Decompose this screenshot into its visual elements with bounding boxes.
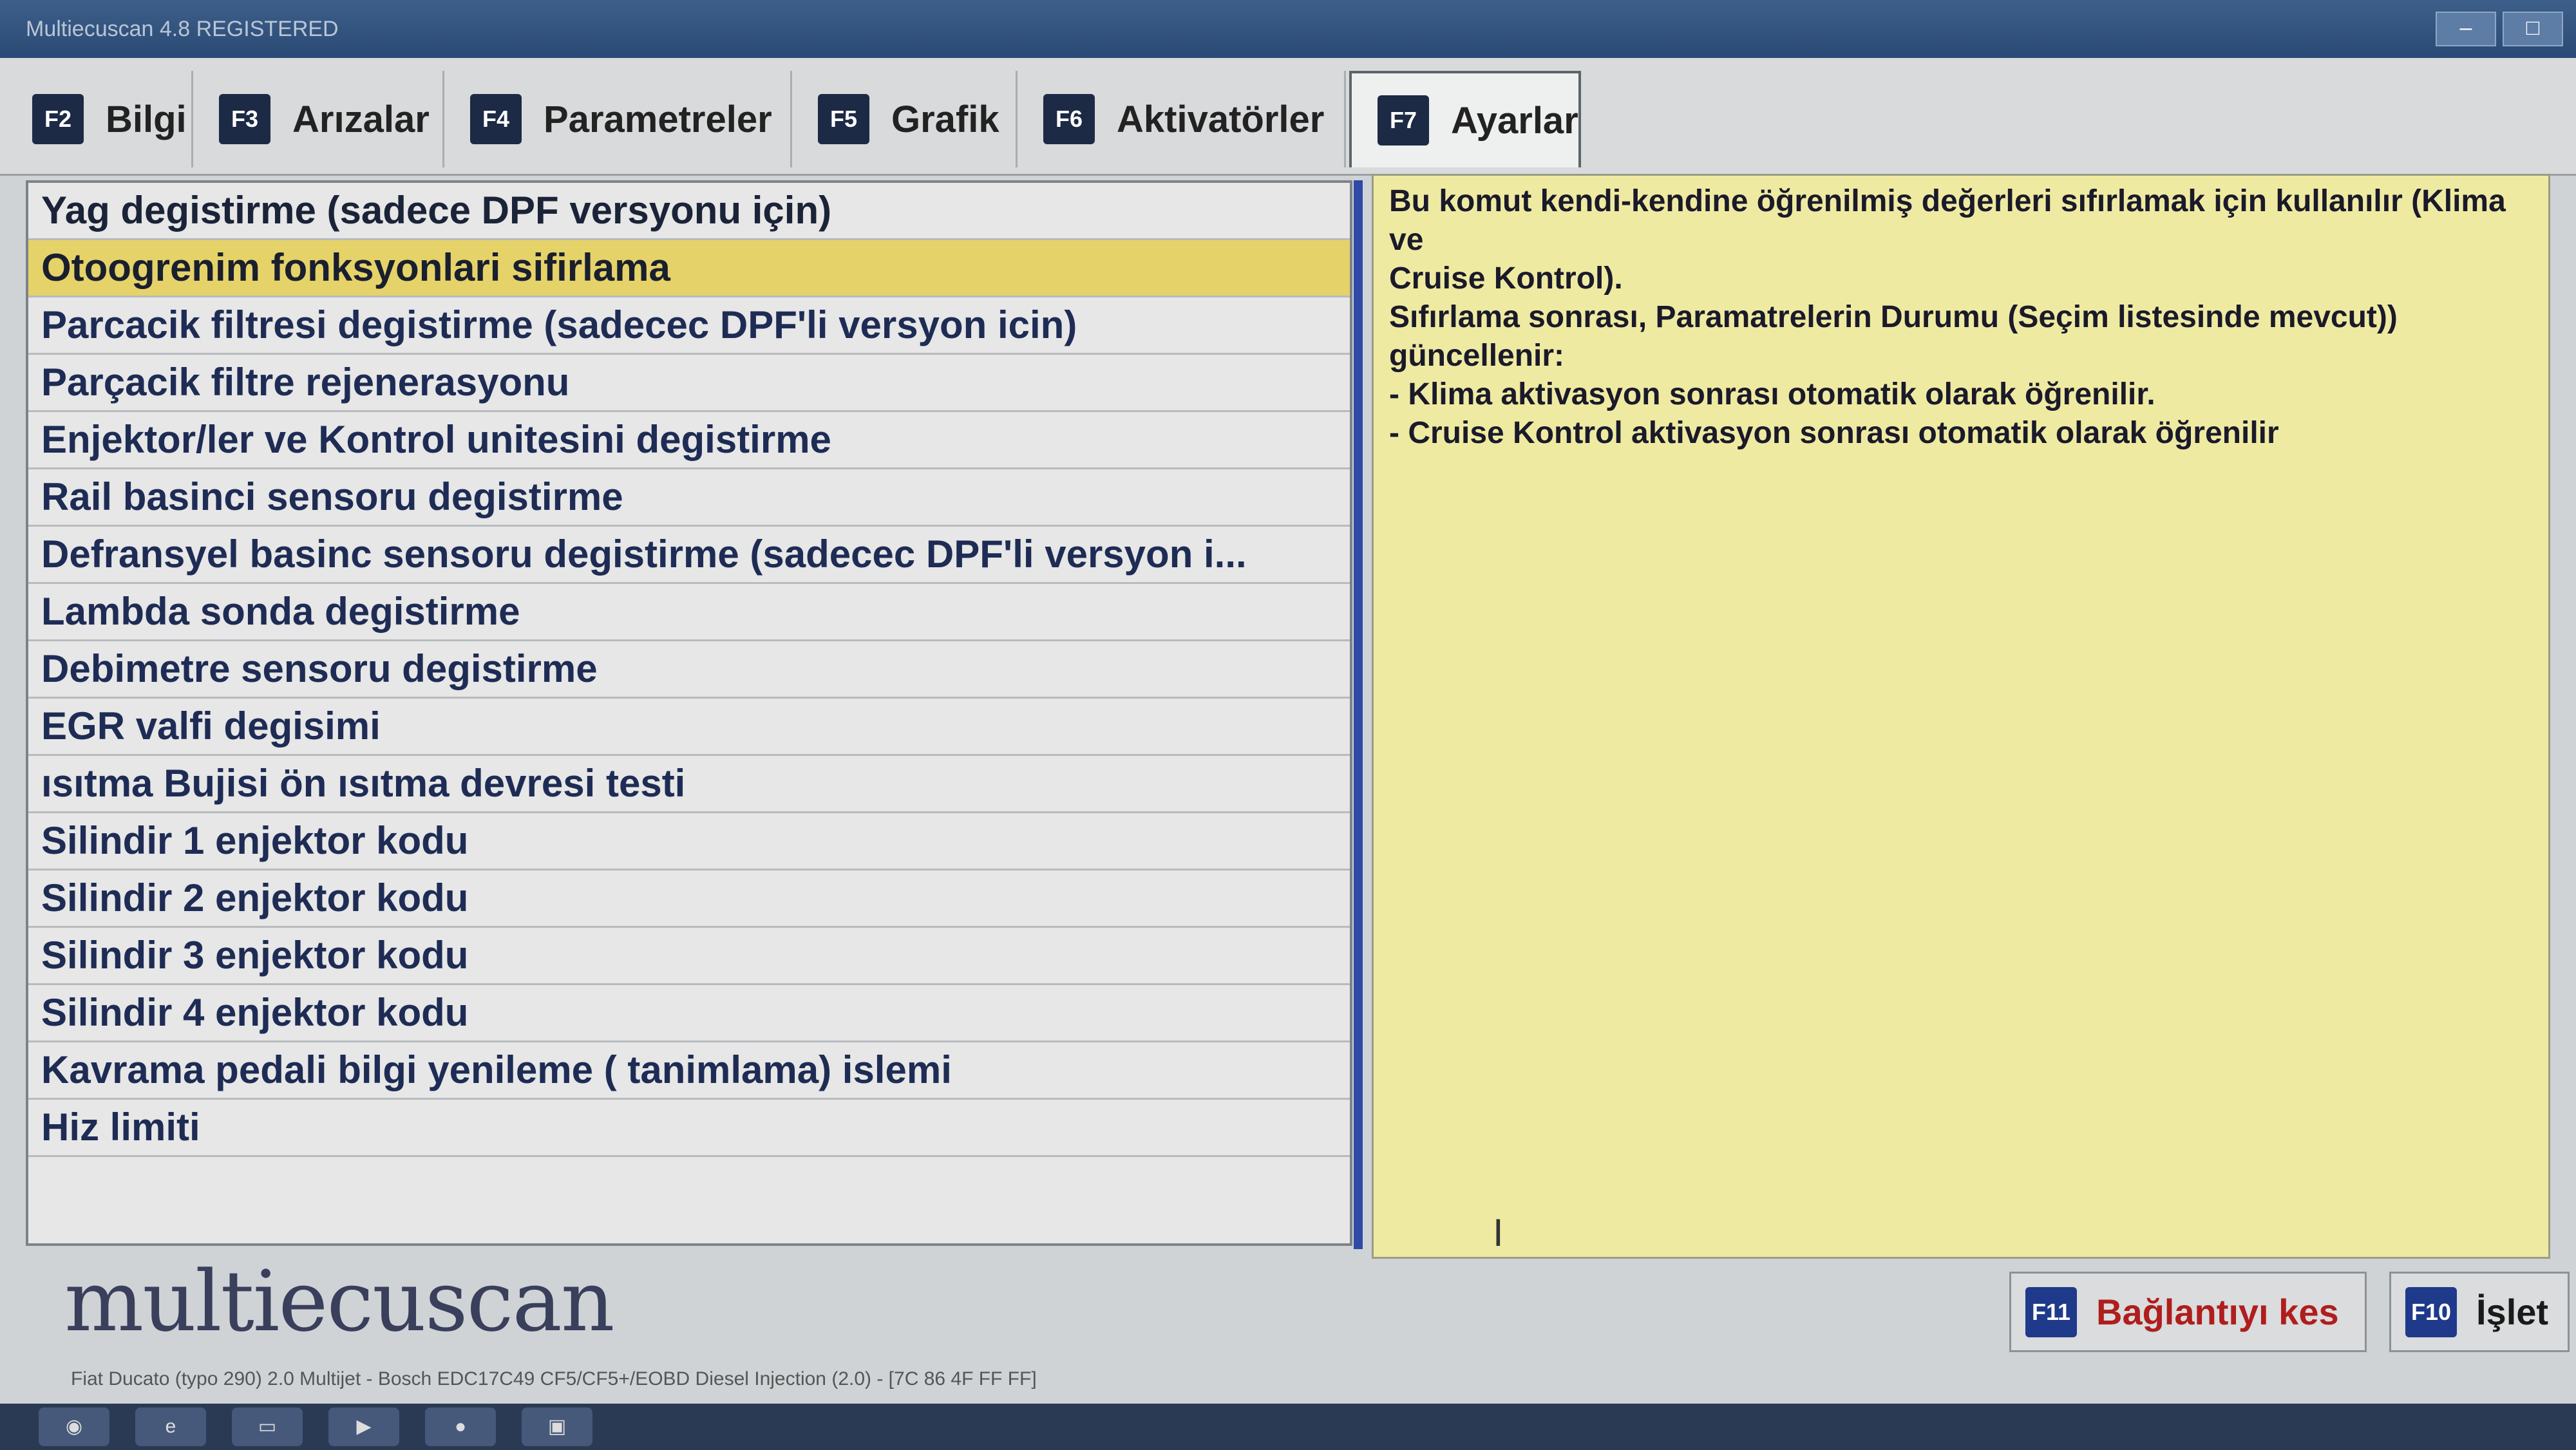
list-item[interactable]: Silindir 3 enjektor kodu: [28, 928, 1350, 985]
list-item[interactable]: Debimetre sensoru degistirme: [28, 641, 1350, 699]
blz-icon[interactable]: ●: [425, 1408, 496, 1446]
ie-icon[interactable]: e: [135, 1408, 206, 1446]
f7-key-badge: F7: [1378, 95, 1429, 146]
list-item[interactable]: Parcacik filtresi degistirme (sadecec DP…: [28, 297, 1350, 355]
app-logo: multiecuscan: [64, 1252, 615, 1350]
list-item-selected[interactable]: Otoogrenim fonksyonlari sifirlama: [28, 240, 1350, 297]
list-item[interactable]: Rail basinci sensoru degistirme: [28, 469, 1350, 527]
vehicle-status-text: Fiat Ducato (typo 290) 2.0 Multijet - Bo…: [71, 1368, 1037, 1389]
tab-ayarlar[interactable]: F7 Ayarlar: [1349, 71, 1581, 167]
tab-aktivatorler[interactable]: F6 Aktivatörler: [1018, 71, 1346, 167]
f3-key-badge: F3: [219, 94, 270, 144]
description-line: - Cruise Kontrol aktivasyon sonrası otom…: [1389, 416, 2279, 450]
tab-grafik[interactable]: F5 Grafik: [792, 71, 1018, 167]
media-icon[interactable]: ▶: [328, 1408, 399, 1446]
f11-key-badge: F11: [2025, 1286, 2077, 1337]
description-line: Bu komut kendi-kendine öğrenilmiş değerl…: [1389, 184, 2506, 257]
execute-label: İşlet: [2476, 1292, 2549, 1332]
description-line: Cruise Kontrol).: [1389, 261, 1623, 296]
start-icon[interactable]: ◉: [39, 1408, 109, 1446]
tab-label: Ayarlar: [1451, 99, 1578, 142]
f2-key-badge: F2: [32, 94, 84, 144]
description-line: Sıfırlama sonrası, Paramatrelerin Durumu…: [1389, 300, 2398, 334]
disconnect-label: Bağlantıyı kes: [2096, 1292, 2339, 1332]
disconnect-button[interactable]: F11 Bağlantıyı kes: [2009, 1272, 2367, 1352]
list-item[interactable]: Defransyel basinc sensoru degistirme (sa…: [28, 527, 1350, 584]
window-controls: – □: [2436, 12, 2563, 46]
text-cursor-icon: I: [1493, 1211, 1504, 1254]
list-item[interactable]: Silindir 1 enjektor kodu: [28, 813, 1350, 871]
f4-key-badge: F4: [470, 94, 522, 144]
title-bar: Multiecuscan 4.8 REGISTERED – □: [0, 0, 2576, 58]
list-item[interactable]: Silindir 2 enjektor kodu: [28, 871, 1350, 928]
f10-key-badge: F10: [2405, 1286, 2457, 1337]
description-line: güncellenir:: [1389, 339, 1565, 373]
tab-bar: F2 Bilgi F3 Arızalar F4 Parametreler F5 …: [0, 58, 2576, 176]
tab-arizalar[interactable]: F3 Arızalar: [193, 71, 444, 167]
execute-button[interactable]: F10 İşlet: [2389, 1272, 2570, 1352]
list-item[interactable]: Yag degistirme (sadece DPF versyonu için…: [28, 183, 1350, 240]
window-title: Multiecuscan 4.8 REGISTERED: [26, 17, 339, 41]
list-item[interactable]: Kavrama pedali bilgi yenileme ( tanimlam…: [28, 1042, 1350, 1100]
maximize-button[interactable]: □: [2503, 12, 2563, 46]
taskbar: ◉ e ▭ ▶ ● ▣: [0, 1404, 2576, 1450]
list-item[interactable]: Parçacik filtre rejenerasyonu: [28, 355, 1350, 412]
list-item[interactable]: Lambda sonda degistirme: [28, 584, 1350, 641]
list-item[interactable]: EGR valfi degisimi: [28, 699, 1350, 756]
tab-bilgi[interactable]: F2 Bilgi: [6, 71, 193, 167]
minimize-button[interactable]: –: [2436, 12, 2496, 46]
folder-icon[interactable]: ▭: [232, 1408, 303, 1446]
tab-label: Bilgi: [106, 98, 187, 140]
panel-splitter[interactable]: [1354, 180, 1363, 1249]
f6-key-badge: F6: [1043, 94, 1095, 144]
app-icon[interactable]: ▣: [522, 1408, 592, 1446]
description-panel: Bu komut kendi-kendine öğrenilmiş değerl…: [1372, 174, 2550, 1259]
list-item[interactable]: Hiz limiti: [28, 1100, 1350, 1157]
tab-label: Grafik: [891, 98, 999, 140]
f5-key-badge: F5: [818, 94, 869, 144]
tab-parametreler[interactable]: F4 Parametreler: [444, 71, 792, 167]
list-item[interactable]: ısıtma Bujisi ön ısıtma devresi testi: [28, 756, 1350, 813]
tab-label: Arızalar: [292, 98, 430, 140]
tab-label: Aktivatörler: [1117, 98, 1325, 140]
description-line: - Klima aktivasyon sonrası otomatik olar…: [1389, 377, 2155, 411]
function-list[interactable]: Yag degistirme (sadece DPF versyonu için…: [26, 180, 1352, 1246]
list-item[interactable]: Enjektor/ler ve Kontrol unitesini degist…: [28, 412, 1350, 469]
list-item[interactable]: Silindir 4 enjektor kodu: [28, 985, 1350, 1042]
tab-label: Parametreler: [544, 98, 772, 140]
